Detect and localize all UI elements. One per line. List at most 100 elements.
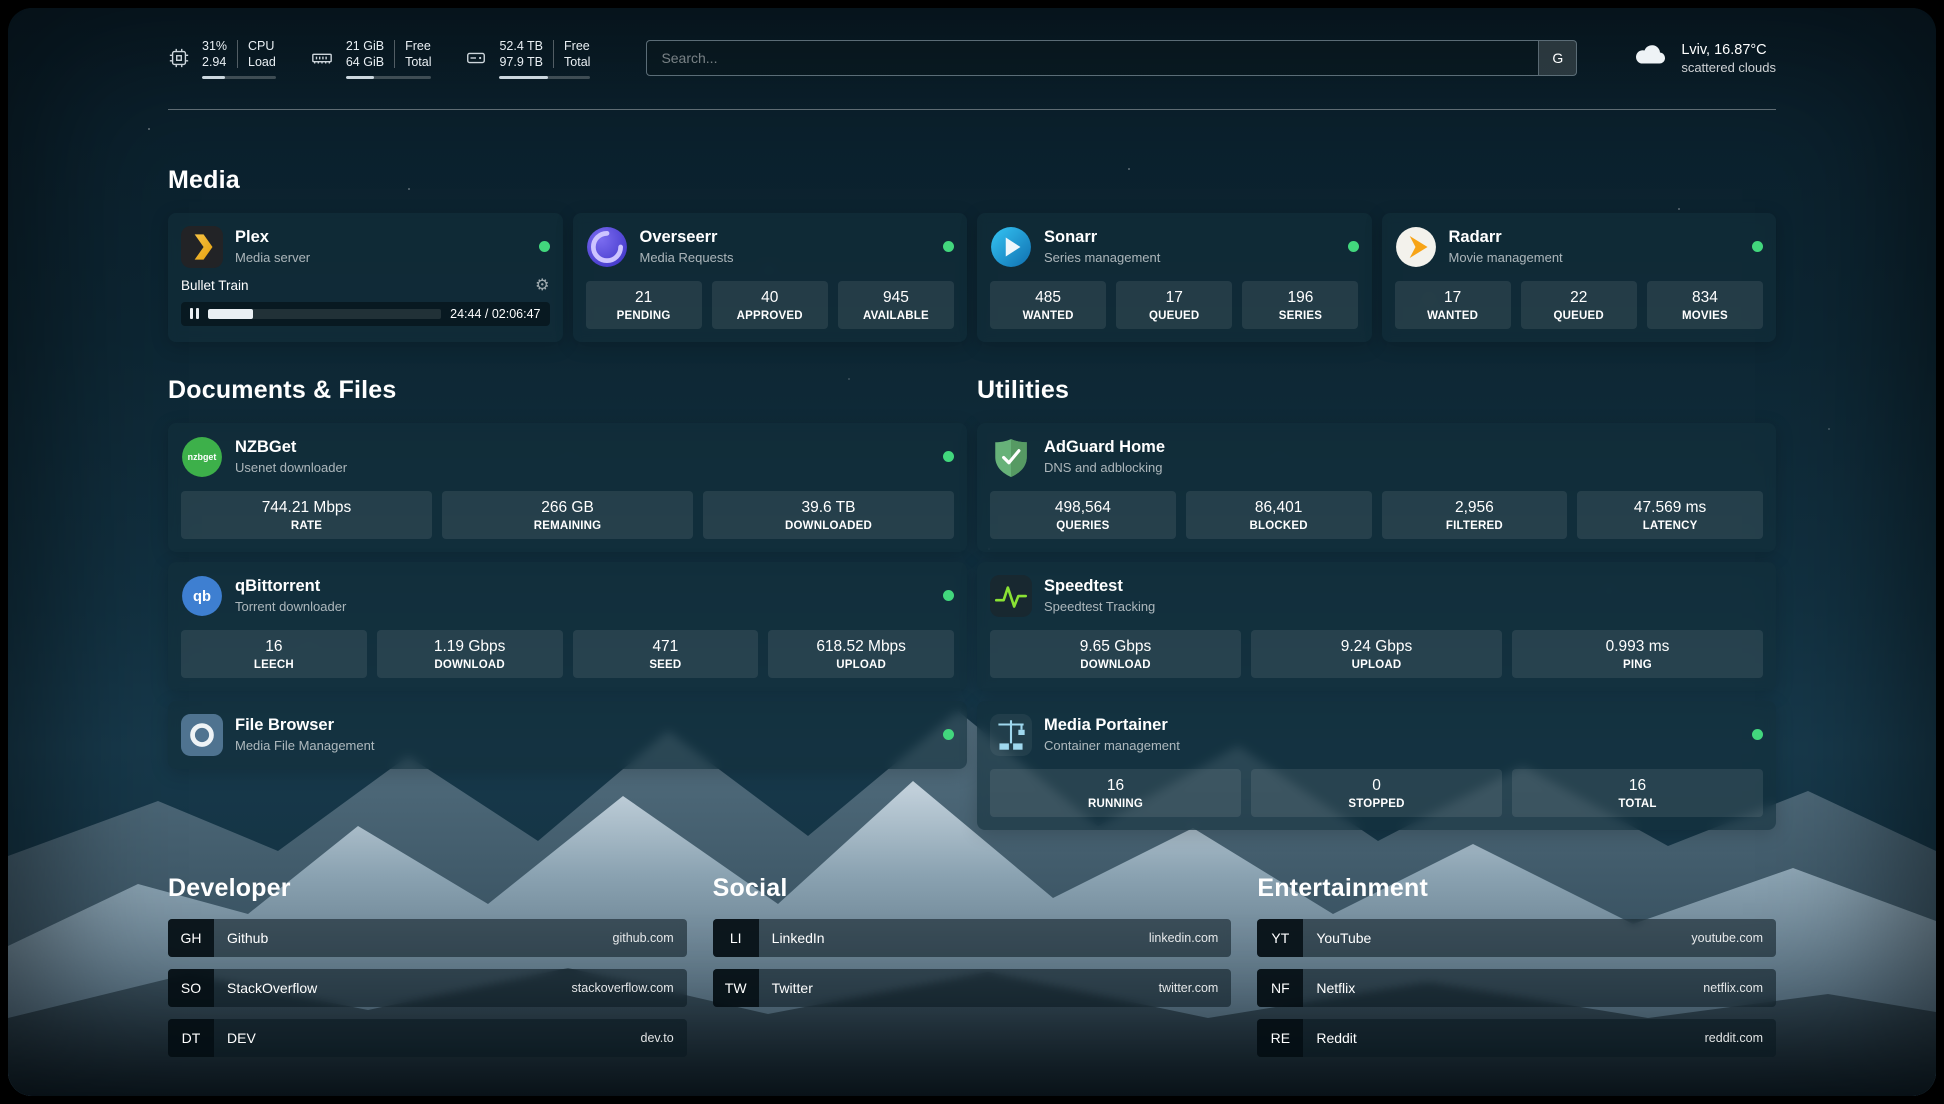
memory-widget: 21 GiB64 GiB FreeTotal <box>310 38 432 79</box>
memory-progress-bar <box>346 76 432 79</box>
search-input[interactable] <box>646 40 1577 76</box>
app-name: NZBGet <box>235 438 347 457</box>
app-card-nzbget[interactable]: nzbget NZBGet Usenet downloader 744.21 M… <box>168 423 967 552</box>
app-card-speedtest[interactable]: Speedtest Speedtest Tracking 9.65 GbpsDO… <box>977 562 1776 691</box>
playback-time: 24:44 / 02:06:47 <box>450 307 540 321</box>
stat-stopped: 0STOPPED <box>1251 769 1502 817</box>
stat-approved: 40APPROVED <box>712 281 828 329</box>
bookmark-github[interactable]: GH Github github.com <box>168 919 687 957</box>
stat-running: 16RUNNING <box>990 769 1241 817</box>
bookmark-name: DEV <box>227 1030 256 1046</box>
media-row: Plex Media server Bullet Train ⚙ 24:44 /… <box>168 213 1776 342</box>
radarr-icon <box>1395 226 1437 268</box>
bookmark-sections: Developer GH Github github.com SO StackO… <box>168 874 1776 1087</box>
status-online-dot <box>943 590 954 601</box>
status-online-dot <box>943 241 954 252</box>
stat-available: 945AVAILABLE <box>838 281 954 329</box>
bookmark-youtube[interactable]: YT YouTube youtube.com <box>1257 919 1776 957</box>
bookmark-twitter[interactable]: TW Twitter twitter.com <box>713 969 1232 1007</box>
bookmark-url: stackoverflow.com <box>572 981 674 995</box>
github-abbr-icon: GH <box>168 919 214 957</box>
stat-queries: 498,564QUERIES <box>990 491 1176 539</box>
app-subtitle: Media Requests <box>640 250 734 265</box>
app-card-radarr[interactable]: Radarr Movie management 17WANTED 22QUEUE… <box>1382 213 1777 342</box>
app-card-adguard[interactable]: AdGuard Home DNS and adblocking 498,564Q… <box>977 423 1776 552</box>
cpu-label: CPU <box>248 38 276 54</box>
bookmark-netflix[interactable]: NF Netflix netflix.com <box>1257 969 1776 1007</box>
pause-icon[interactable] <box>190 308 199 319</box>
bookmark-name: Reddit <box>1316 1030 1356 1046</box>
sonarr-icon <box>990 226 1032 268</box>
divider <box>553 40 554 68</box>
storage-progress-bar <box>499 76 590 79</box>
stat-blocked: 86,401BLOCKED <box>1186 491 1372 539</box>
section-title-media: Media <box>168 166 1776 195</box>
app-card-qbittorrent[interactable]: qb qBittorrent Torrent downloader 16LEEC… <box>168 562 967 691</box>
app-card-plex[interactable]: Plex Media server Bullet Train ⚙ 24:44 /… <box>168 213 563 342</box>
app-card-portainer[interactable]: Media Portainer Container management 16R… <box>977 701 1776 830</box>
stat-rate: 744.21 MbpsRATE <box>181 491 432 539</box>
stackoverflow-abbr-icon: SO <box>168 969 214 1007</box>
system-stats: 31%2.94 CPULoad <box>168 38 590 79</box>
stat-upload: 618.52 MbpsUPLOAD <box>768 630 954 678</box>
linkedin-abbr-icon: LI <box>713 919 759 957</box>
bookmark-reddit[interactable]: RE Reddit reddit.com <box>1257 1019 1776 1057</box>
bookmark-url: youtube.com <box>1691 931 1763 945</box>
bookmark-dev[interactable]: DT DEV dev.to <box>168 1019 687 1057</box>
app-name: Media Portainer <box>1044 716 1180 735</box>
bookmark-linkedin[interactable]: LI LinkedIn linkedin.com <box>713 919 1232 957</box>
bookmark-url: reddit.com <box>1705 1031 1763 1045</box>
bookmark-name: Github <box>227 930 268 946</box>
stat-total: 16TOTAL <box>1512 769 1763 817</box>
svg-text:qb: qb <box>193 589 211 605</box>
app-card-filebrowser[interactable]: File Browser Media File Management <box>168 701 967 769</box>
now-playing-title: Bullet Train <box>181 278 249 293</box>
app-name: File Browser <box>235 716 374 735</box>
bookmark-url: github.com <box>613 931 674 945</box>
stat-filtered: 2,956FILTERED <box>1382 491 1568 539</box>
app-name: AdGuard Home <box>1044 438 1165 457</box>
stat-movies: 834MOVIES <box>1647 281 1763 329</box>
stat-download: 1.19 GbpsDOWNLOAD <box>377 630 563 678</box>
reddit-abbr-icon: RE <box>1257 1019 1303 1057</box>
storage-free: 52.4 TB <box>499 38 543 54</box>
stat-queued: 22QUEUED <box>1521 281 1637 329</box>
stat-wanted: 17WANTED <box>1395 281 1511 329</box>
status-online-dot <box>539 241 550 252</box>
weather-widget[interactable]: Lviv, 16.87°C scattered clouds <box>1633 42 1776 75</box>
bookmark-stackoverflow[interactable]: SO StackOverflow stackoverflow.com <box>168 969 687 1007</box>
cpu-widget: 31%2.94 CPULoad <box>168 38 276 79</box>
section-title-documents: Documents & Files <box>168 376 967 405</box>
bookmark-url: dev.to <box>641 1031 674 1045</box>
app-card-overseerr[interactable]: Overseerr Media Requests 21PENDING 40APP… <box>573 213 968 342</box>
app-card-sonarr[interactable]: Sonarr Series management 485WANTED 17QUE… <box>977 213 1372 342</box>
bookmark-group-developer: Developer GH Github github.com SO StackO… <box>168 874 687 1057</box>
app-subtitle: Container management <box>1044 738 1180 753</box>
stat-latency: 47.569 msLATENCY <box>1577 491 1763 539</box>
storage-free-label: Free <box>564 38 590 54</box>
search-engine-button[interactable]: G <box>1538 41 1576 75</box>
settings-gear-icon[interactable]: ⚙ <box>535 278 549 294</box>
stat-downloaded: 39.6 TBDOWNLOADED <box>703 491 954 539</box>
status-online-dot <box>943 451 954 462</box>
overseerr-icon <box>586 226 628 268</box>
bookmark-name: YouTube <box>1316 930 1371 946</box>
filebrowser-icon <box>181 714 223 756</box>
cpu-load-label: Load <box>248 54 276 70</box>
section-title-developer: Developer <box>168 874 687 903</box>
status-online-dot <box>1752 241 1763 252</box>
bookmark-name: LinkedIn <box>772 930 825 946</box>
app-name: Sonarr <box>1044 228 1160 247</box>
storage-total: 97.9 TB <box>499 54 543 70</box>
memory-total-label: Total <box>405 54 431 70</box>
app-name: qBittorrent <box>235 577 346 596</box>
speedtest-icon <box>990 575 1032 617</box>
utilities-column: Utilities AdGuard Home DNS and adblockin… <box>977 376 1776 830</box>
topbar: 31%2.94 CPULoad <box>8 8 1936 79</box>
nzbget-icon: nzbget <box>181 436 223 478</box>
section-title-entertainment: Entertainment <box>1257 874 1776 903</box>
progress-track[interactable] <box>208 309 441 319</box>
bookmark-group-social: Social LI LinkedIn linkedin.com TW Twitt… <box>713 874 1232 1057</box>
bookmark-url: twitter.com <box>1159 981 1219 995</box>
divider <box>394 40 395 68</box>
